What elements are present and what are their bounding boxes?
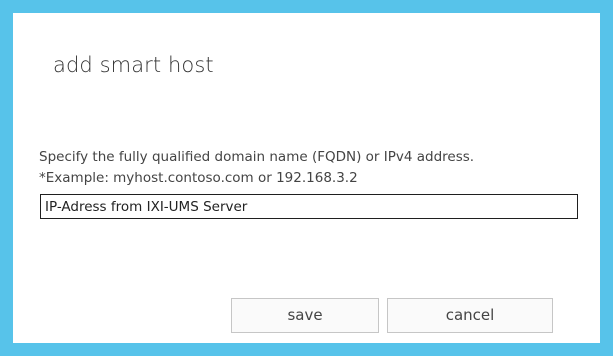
smart-host-input[interactable]	[40, 194, 578, 219]
dialog-description: Specify the fully qualified domain name …	[39, 147, 474, 189]
cancel-button[interactable]: cancel	[387, 298, 553, 333]
dialog-title: add smart host	[53, 53, 214, 77]
add-smart-host-dialog: add smart host Specify the fully qualifi…	[13, 13, 600, 343]
description-line-2: *Example: myhost.contoso.com or 192.168.…	[39, 170, 358, 186]
description-line-1: Specify the fully qualified domain name …	[39, 149, 475, 165]
save-button[interactable]: save	[231, 298, 379, 333]
